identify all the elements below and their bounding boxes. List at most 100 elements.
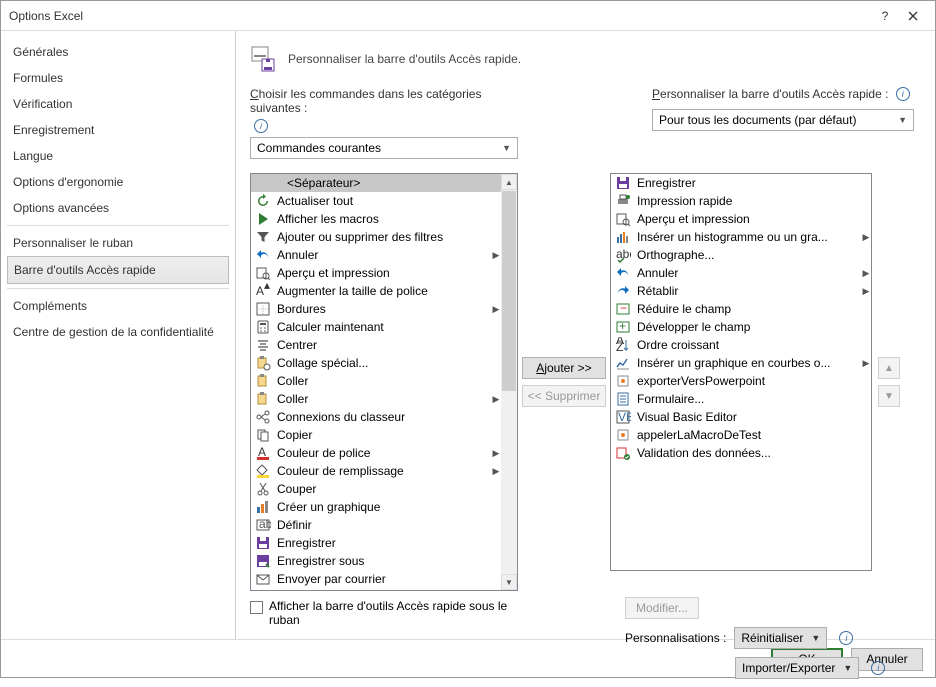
list-item[interactable]: Couleur de remplissage ▶: [251, 462, 501, 480]
submenu-indicator-icon: ▶: [491, 466, 501, 477]
list-item-label: Réduire le champ: [637, 302, 855, 316]
sidebar-item[interactable]: Vérification: [7, 91, 229, 117]
list-item-label: Centrer: [277, 338, 485, 352]
list-item[interactable]: Enregistrer: [611, 174, 871, 192]
customizations-label: Personnalisations :: [625, 631, 726, 645]
define-icon: ab: [255, 517, 271, 533]
list-item[interactable]: A▴Augmenter la taille de police: [251, 282, 501, 300]
sidebar-item[interactable]: Générales: [7, 39, 229, 65]
list-item[interactable]: −Réduire le champ: [611, 300, 871, 318]
list-item[interactable]: Annuler▶: [611, 264, 871, 282]
info-icon[interactable]: i: [839, 631, 853, 645]
sidebar-item[interactable]: Options avancées: [7, 195, 229, 221]
histogram-icon: [615, 229, 631, 245]
sidebar-item[interactable]: Options d'ergonomie: [7, 169, 229, 195]
list-item[interactable]: Envoyer par courrier: [251, 570, 501, 588]
list-item[interactable]: Annuler▶: [251, 246, 501, 264]
cut-icon: [255, 481, 271, 497]
info-icon[interactable]: i: [871, 661, 885, 675]
import-export-dropdown[interactable]: Importer/Exporter ▼: [735, 657, 859, 679]
list-item[interactable]: Formulaire...: [611, 390, 871, 408]
list-item[interactable]: Actualiser tout: [251, 192, 501, 210]
list-item-label: Impression rapide: [637, 194, 855, 208]
list-item[interactable]: Aperçu et impression: [251, 264, 501, 282]
list-item[interactable]: <Séparateur>: [251, 174, 501, 192]
vbe-icon: VB: [615, 409, 631, 425]
list-item[interactable]: exporterVersPowerpoint: [611, 372, 871, 390]
caret-down-icon: ▼: [502, 143, 511, 153]
list-item-label: Calculer maintenant: [277, 320, 485, 334]
list-item-label: Couper: [277, 482, 485, 496]
info-icon[interactable]: i: [254, 119, 268, 133]
help-button[interactable]: ?: [871, 6, 899, 26]
list-item[interactable]: Créer un graphique: [251, 498, 501, 516]
sidebar-item[interactable]: Enregistrement: [7, 117, 229, 143]
list-item[interactable]: Copier: [251, 426, 501, 444]
list-item[interactable]: Rétablir▶: [611, 282, 871, 300]
list-item-label: Aperçu et impression: [637, 212, 855, 226]
list-item[interactable]: Bordures▶: [251, 300, 501, 318]
info-icon[interactable]: i: [896, 87, 910, 101]
document-scope-combo[interactable]: Pour tous les documents (par défaut) ▼: [652, 109, 914, 131]
list-item[interactable]: AZOrdre croissant: [611, 336, 871, 354]
list-item-label: Annuler: [637, 266, 855, 280]
list-item[interactable]: Afficher les macros: [251, 210, 501, 228]
list-item-label: Couleur de remplissage: [277, 464, 485, 478]
scroll-up-button[interactable]: ▲: [501, 174, 517, 190]
list-item-label: Enregistrer sous: [277, 554, 485, 568]
list-item[interactable]: Collage spécial...: [251, 354, 501, 372]
paste-special-icon: [255, 355, 271, 371]
show-below-ribbon-checkbox[interactable]: [250, 601, 263, 614]
sidebar-item[interactable]: Centre de gestion de la confidentialité: [7, 319, 229, 345]
paste-icon: [255, 391, 271, 407]
refresh-icon: [255, 193, 271, 209]
list-item[interactable]: Centrer: [251, 336, 501, 354]
add-button[interactable]: Ajouter >>: [522, 357, 606, 379]
list-item[interactable]: VBVisual Basic Editor: [611, 408, 871, 426]
sidebar-item[interactable]: Langue: [7, 143, 229, 169]
list-item[interactable]: +Développer le champ: [611, 318, 871, 336]
category-combo[interactable]: Commandes courantes ▼: [250, 137, 518, 159]
preview-icon: [255, 265, 271, 281]
sidebar-item[interactable]: Compléments: [7, 293, 229, 319]
spelling-icon: abc: [615, 247, 631, 263]
list-item[interactable]: ACouleur de police▶: [251, 444, 501, 462]
list-item-label: Annuler: [277, 248, 485, 262]
reset-dropdown[interactable]: Réinitialiser ▼: [734, 627, 827, 649]
list-item-label: Actualiser tout: [277, 194, 485, 208]
list-item[interactable]: Couper: [251, 480, 501, 498]
scrollbar[interactable]: ▲ ▼: [501, 174, 517, 590]
list-item[interactable]: Enregistrer: [251, 534, 501, 552]
list-item[interactable]: Insérer un graphique en courbes o...▶: [611, 354, 871, 372]
current-qat-list[interactable]: Enregistrer Impression rapide Aperçu et im…: [610, 173, 872, 571]
list-item[interactable]: Aperçu et impression: [611, 210, 871, 228]
mail-icon: [255, 571, 271, 587]
scroll-thumb[interactable]: [502, 191, 516, 391]
paste-icon: [255, 373, 271, 389]
list-item[interactable]: appelerLaMacroDeTest: [611, 426, 871, 444]
copy-icon: [255, 427, 271, 443]
svg-text:VB: VB: [618, 410, 631, 424]
datavalid-icon: [615, 445, 631, 461]
sidebar-item[interactable]: Formules: [7, 65, 229, 91]
list-item[interactable]: Coller▶: [251, 390, 501, 408]
list-item[interactable]: Coller: [251, 372, 501, 390]
list-item[interactable]: Ajouter ou supprimer des filtres: [251, 228, 501, 246]
choose-commands-label: Choisir les commandes dans les catégorie…: [250, 87, 518, 115]
list-item[interactable]: Connexions du classeur: [251, 408, 501, 426]
list-item-label: Validation des données...: [637, 446, 855, 460]
list-item[interactable]: abcOrthographe...: [611, 246, 871, 264]
list-item[interactable]: Validation des données...: [611, 444, 871, 462]
list-item[interactable]: Enregistrer sous: [251, 552, 501, 570]
close-button[interactable]: [899, 6, 927, 26]
sidebar-item[interactable]: Personnaliser le ruban: [7, 230, 229, 256]
scroll-down-button[interactable]: ▼: [501, 574, 517, 590]
list-item-label: Définir: [277, 518, 485, 532]
list-item-label: Formulaire...: [637, 392, 855, 406]
list-item[interactable]: Calculer maintenant: [251, 318, 501, 336]
sidebar-item[interactable]: Barre d'outils Accès rapide: [7, 256, 229, 284]
list-item[interactable]: Impression rapide: [611, 192, 871, 210]
list-item[interactable]: Insérer un histogramme ou un gra...▶: [611, 228, 871, 246]
list-item[interactable]: ab Définir: [251, 516, 501, 534]
available-commands-list[interactable]: <Séparateur> Actualiser tout Afficher les …: [250, 173, 518, 591]
